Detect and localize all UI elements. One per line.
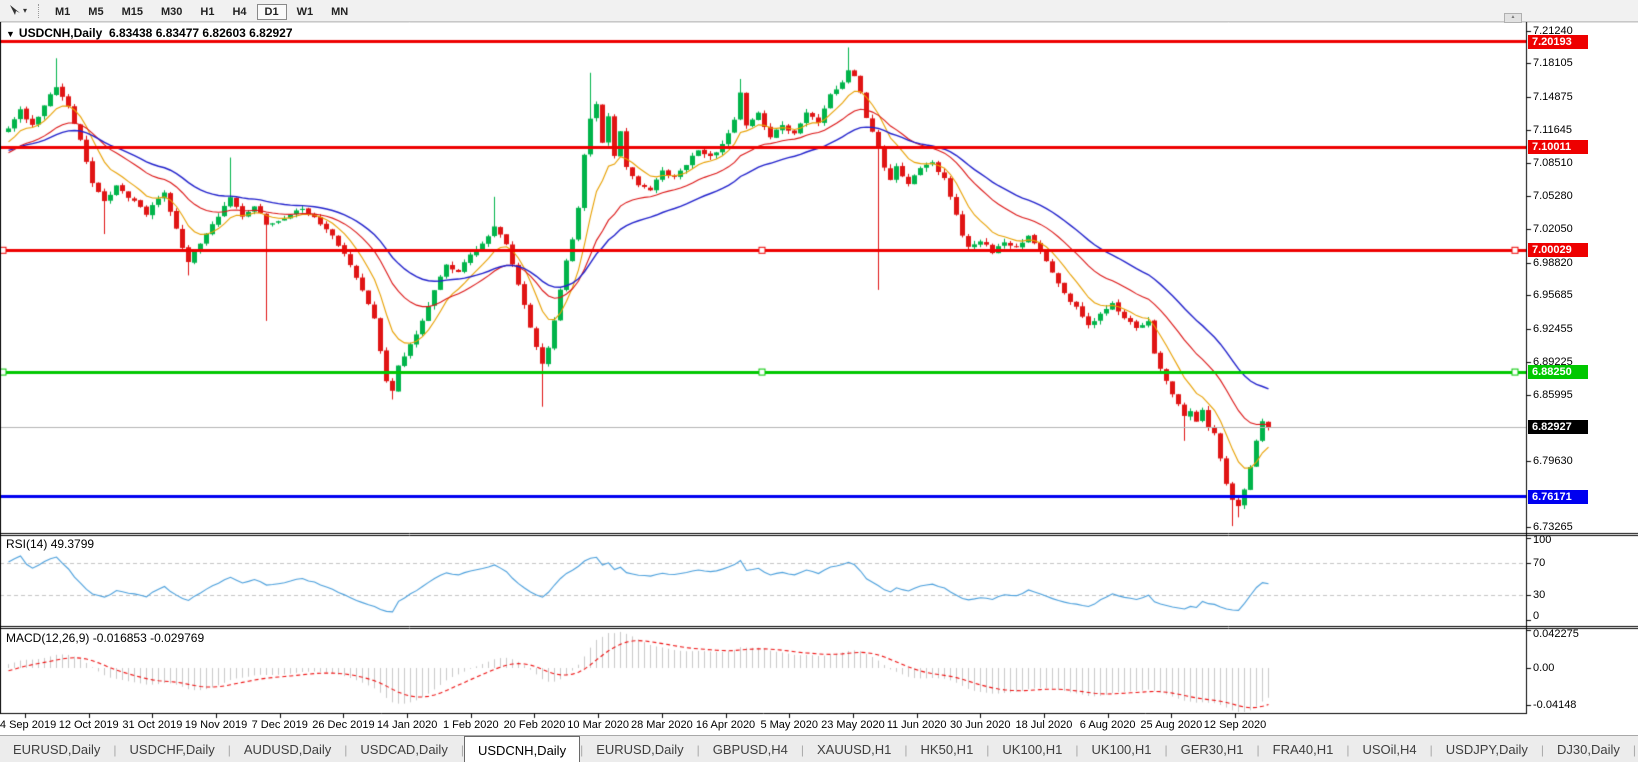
timeframe-button-MN[interactable]: MN bbox=[323, 4, 356, 20]
chart-tab-USDCNH-Daily[interactable]: USDCNH,Daily bbox=[464, 736, 580, 762]
price-axis-tick: 6.98820 bbox=[1533, 257, 1573, 269]
macd-axis-tick: 0.00 bbox=[1533, 662, 1554, 674]
rsi-value: 49.3799 bbox=[51, 537, 94, 551]
chart-symbol-label: USDCNH,Daily bbox=[19, 26, 102, 40]
quote-high: 6.83477 bbox=[156, 26, 199, 40]
chart-canvas[interactable] bbox=[0, 0, 1638, 720]
price-axis-tick: 6.73265 bbox=[1533, 521, 1573, 533]
crosshair-tool-icon[interactable] bbox=[6, 4, 22, 18]
timeframe-button-group: M1M5M15M30H1H4D1W1MN bbox=[46, 2, 357, 20]
date-axis-label: 6 Aug 2020 bbox=[1080, 719, 1136, 731]
price-axis-tick: 6.79630 bbox=[1533, 455, 1573, 467]
chart-tab-XAUUSD-H1[interactable]: XAUUSD,H1 bbox=[804, 736, 904, 762]
date-axis-label: 28 Mar 2020 bbox=[631, 719, 693, 731]
macd-axis-tick: 0.042275 bbox=[1533, 628, 1579, 640]
price-level-badge-7.00029: 7.00029 bbox=[1528, 243, 1588, 257]
price-axis-tick: 6.92455 bbox=[1533, 323, 1573, 335]
collapse-icon[interactable]: ▼ bbox=[6, 29, 15, 39]
quote-low: 6.82603 bbox=[202, 26, 245, 40]
price-axis-tick: 7.08510 bbox=[1533, 157, 1573, 169]
date-axis-label: 16 Apr 2020 bbox=[696, 719, 755, 731]
date-axis-label: 18 Jul 2020 bbox=[1015, 719, 1072, 731]
price-axis-tick: 6.95685 bbox=[1533, 289, 1573, 301]
date-axis-label: 20 Feb 2020 bbox=[504, 719, 566, 731]
chart-tab-FRA40-H1[interactable]: FRA40,H1 bbox=[1260, 736, 1347, 762]
chart-tab-UK100-H1[interactable]: UK100,H1 bbox=[989, 736, 1075, 762]
macd-indicator-label: MACD(12,26,9) -0.016853 -0.029769 bbox=[6, 631, 204, 645]
timeframe-button-H4[interactable]: H4 bbox=[224, 4, 254, 20]
toolbar-grip bbox=[38, 4, 39, 18]
rsi-axis-tick: 0 bbox=[1533, 610, 1539, 622]
price-level-badge-6.88250: 6.88250 bbox=[1528, 365, 1588, 379]
timeframe-button-D1[interactable]: D1 bbox=[257, 4, 287, 20]
date-axis-label: 11 Jun 2020 bbox=[887, 719, 947, 731]
timeframe-button-M15[interactable]: M15 bbox=[114, 4, 151, 20]
macd-main-value: -0.016853 bbox=[93, 631, 147, 645]
current-price-badge: 6.82927 bbox=[1528, 420, 1588, 434]
chart-tab-AUDUSD-Daily[interactable]: AUDUSD,Daily bbox=[231, 736, 344, 762]
hline-7.10011[interactable] bbox=[0, 145, 1526, 150]
date-axis-label: 26 Dec 2019 bbox=[312, 719, 374, 731]
hline-6.76171[interactable] bbox=[0, 494, 1526, 499]
price-axis-tick: 7.02050 bbox=[1533, 223, 1573, 235]
price-axis-tick: 7.18105 bbox=[1533, 57, 1573, 69]
date-axis-label: 25 Aug 2020 bbox=[1140, 719, 1202, 731]
price-level-badge-6.76171: 6.76171 bbox=[1528, 490, 1588, 504]
rsi-axis-tick: 100 bbox=[1533, 534, 1551, 546]
chart-tab-EURUSD-Daily[interactable]: EURUSD,Daily bbox=[583, 736, 696, 762]
price-level-badge-7.10011: 7.10011 bbox=[1528, 140, 1588, 154]
date-axis-label: 10 Mar 2020 bbox=[567, 719, 629, 731]
price-level-badge-7.20193: 7.20193 bbox=[1528, 35, 1588, 49]
mt4-window: ▾ M1M5M15M30H1H4D1W1MN ▲ ▼ USDCNH,Daily 6… bbox=[0, 0, 1638, 762]
date-axis-label: 31 Oct 2019 bbox=[122, 719, 182, 731]
price-axis-tick: 6.85995 bbox=[1533, 389, 1573, 401]
hline-6.88250[interactable] bbox=[0, 370, 1526, 375]
price-axis-tick: 7.14875 bbox=[1533, 91, 1573, 103]
macd-signal-value: -0.029769 bbox=[150, 631, 204, 645]
macd-axis-tick: -0.04148 bbox=[1533, 699, 1576, 711]
price-axis-tick: 7.05280 bbox=[1533, 190, 1573, 202]
date-axis-label: 14 Jan 2020 bbox=[377, 719, 438, 731]
chart-scroll-nub[interactable]: ▲ bbox=[1504, 13, 1522, 23]
timeframe-button-M30[interactable]: M30 bbox=[153, 4, 190, 20]
date-axis-label: 12 Sep 2020 bbox=[1204, 719, 1266, 731]
chart-tabs: EURUSD,Daily|USDCHF,Daily|AUDUSD,Daily|U… bbox=[0, 736, 1638, 762]
chart-tab-USDCAD-Daily[interactable]: USDCAD,Daily bbox=[347, 736, 460, 762]
date-axis-label: 12 Oct 2019 bbox=[59, 719, 119, 731]
date-axis-label: 19 Nov 2019 bbox=[185, 719, 247, 731]
rsi-axis-tick: 70 bbox=[1533, 557, 1545, 569]
chart-tab-GER30-H1[interactable]: GER30,H1 bbox=[1168, 736, 1257, 762]
price-axis-tick: 7.11645 bbox=[1533, 124, 1572, 136]
date-axis-label: 24 Sep 2019 bbox=[0, 719, 56, 731]
timeframe-button-M1[interactable]: M1 bbox=[47, 4, 78, 20]
date-axis-label: 7 Dec 2019 bbox=[252, 719, 308, 731]
chart-tab-bar: EURUSD,Daily|USDCHF,Daily|AUDUSD,Daily|U… bbox=[0, 735, 1638, 762]
toolbar: ▾ M1M5M15M30H1H4D1W1MN ▲ bbox=[0, 0, 1638, 22]
chart-tab-UK100-H1[interactable]: UK100,H1 bbox=[1079, 736, 1165, 762]
hline-7.00029[interactable] bbox=[0, 248, 1526, 253]
chart-tab-USDCHF-Daily[interactable]: USDCHF,Daily bbox=[117, 736, 228, 762]
chart-tab-USDJPY-Daily[interactable]: USDJPY,Daily bbox=[1433, 736, 1541, 762]
date-axis-label: 1 Feb 2020 bbox=[443, 719, 499, 731]
chart-tab-HK50-H1[interactable]: HK50,H1 bbox=[908, 736, 987, 762]
chart-tab-USOil-H4[interactable]: USOil,H4 bbox=[1349, 736, 1429, 762]
timeframe-button-M5[interactable]: M5 bbox=[80, 4, 111, 20]
chart-title: ▼ USDCNH,Daily 6.83438 6.83477 6.82603 6.… bbox=[6, 26, 293, 40]
quote-close: 6.82927 bbox=[249, 26, 292, 40]
hline-7.20193[interactable] bbox=[0, 39, 1526, 44]
chart-tab-GBPUSD-H4[interactable]: GBPUSD,H4 bbox=[700, 736, 801, 762]
timeframe-button-H1[interactable]: H1 bbox=[192, 4, 222, 20]
date-axis-label: 5 May 2020 bbox=[760, 719, 817, 731]
chart-tab-DJ30-Daily[interactable]: DJ30,Daily bbox=[1544, 736, 1633, 762]
timeframe-button-W1[interactable]: W1 bbox=[289, 4, 322, 20]
date-axis-label: 23 May 2020 bbox=[821, 719, 885, 731]
rsi-axis-tick: 30 bbox=[1533, 589, 1545, 601]
chart-tab-EURUSD-Daily[interactable]: EURUSD,Daily bbox=[0, 736, 113, 762]
rsi-indicator-label: RSI(14) 49.3799 bbox=[6, 537, 94, 551]
dropdown-caret-icon[interactable]: ▾ bbox=[23, 6, 27, 15]
quote-open: 6.83438 bbox=[109, 26, 152, 40]
date-axis-label: 30 Jun 2020 bbox=[950, 719, 1011, 731]
